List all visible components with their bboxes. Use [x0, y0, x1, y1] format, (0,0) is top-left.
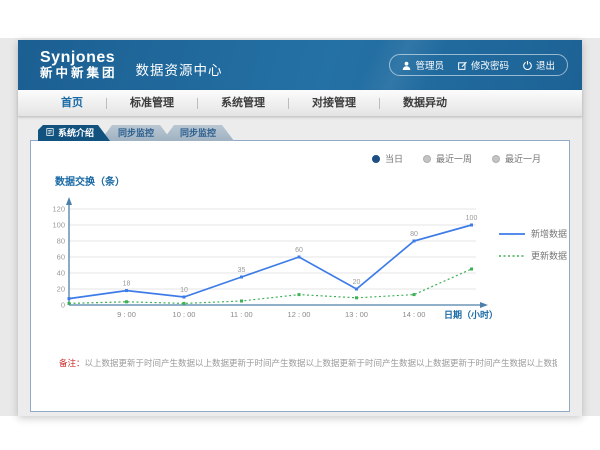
app-window: Synjones 新中新集团 数据资源中心 管理员 修改密码: [18, 40, 582, 416]
svg-text:12 : 00: 12 : 00: [288, 310, 311, 319]
filter-label: 当日: [385, 152, 403, 165]
filter-last-month[interactable]: 最近一月: [492, 152, 541, 165]
footnote-prefix: 备注：: [59, 358, 85, 368]
svg-text:40: 40: [57, 269, 65, 278]
solid-line-swatch: [499, 231, 525, 237]
main-nav: 首页 标准管理 系统管理 对接管理 数据异动: [18, 90, 582, 117]
user-icon: [402, 61, 411, 70]
line-chart: 0 20 40 60 80 100 120 9 : 00 10 : 00 11 : 00 12 : …: [46, 189, 501, 339]
filter-label: 最近一周: [436, 152, 472, 165]
logout-button[interactable]: 退出: [523, 58, 555, 72]
svg-text:60: 60: [295, 247, 303, 254]
logo-text-cn: 新中新集团: [40, 67, 118, 80]
nav-item-home[interactable]: 首页: [38, 90, 106, 117]
dotted-line-swatch: [499, 253, 525, 259]
logo-text-en: Synjones: [40, 50, 118, 67]
radio-unselected-icon: [492, 155, 500, 163]
change-password-label: 修改密码: [471, 58, 509, 72]
logo: Synjones 新中新集团: [40, 50, 118, 80]
tab-sync-monitor-2[interactable]: 同步监控: [162, 125, 234, 141]
svg-text:10: 10: [180, 287, 188, 294]
svg-text:14 : 00: 14 : 00: [403, 310, 426, 319]
svg-text:100: 100: [52, 221, 65, 230]
svg-text:100: 100: [466, 215, 478, 222]
filter-today[interactable]: 当日: [372, 152, 403, 165]
svg-text:13 : 00: 13 : 00: [345, 310, 368, 319]
svg-text:20: 20: [353, 279, 361, 286]
tab-sync-monitor-1[interactable]: 同步监控: [100, 125, 172, 141]
svg-text:11 : 00: 11 : 00: [230, 310, 252, 319]
header: Synjones 新中新集团 数据资源中心 管理员 修改密码: [18, 40, 582, 90]
user-toolbar: 管理员 修改密码 退出: [389, 54, 568, 76]
svg-text:80: 80: [410, 231, 418, 238]
legend-item-new-data: 新增数据: [499, 227, 567, 240]
page-background: Synjones 新中新集团 数据资源中心 管理员 修改密码: [0, 0, 600, 450]
user-label: 管理员: [415, 58, 444, 72]
svg-text:20: 20: [57, 285, 65, 294]
time-range-filters: 当日 最近一周 最近一月: [372, 152, 541, 165]
svg-text:120: 120: [52, 205, 65, 214]
tab-system-intro[interactable]: 系统介绍: [38, 125, 110, 141]
tab-label: 同步监控: [118, 128, 154, 138]
logout-label: 退出: [536, 58, 555, 72]
radio-unselected-icon: [423, 155, 431, 163]
footnote: 备注：以上数据更新于时间产生数据以上数据更新于时间产生数据以上数据更新于时间产生…: [59, 357, 557, 369]
user-menu[interactable]: 管理员: [402, 58, 444, 72]
svg-text:10 : 00: 10 : 00: [173, 310, 196, 319]
chart-legend: 新增数据 更新数据: [499, 227, 567, 262]
svg-text:80: 80: [57, 237, 65, 246]
svg-text:日期（小时）: 日期（小时）: [444, 309, 498, 320]
y-axis-title: 数据交换（条）: [55, 173, 125, 188]
edit-icon: [458, 61, 467, 70]
power-icon: [523, 61, 532, 70]
svg-text:0: 0: [61, 301, 65, 310]
footnote-text: 以上数据更新于时间产生数据以上数据更新于时间产生数据以上数据更新于时间产生数据以…: [85, 358, 557, 368]
nav-item-interface-mgmt[interactable]: 对接管理: [289, 90, 379, 117]
chart-panel: 当日 最近一周 最近一月 数据交换（条） 0 20 40 60 80 100 120 9 : …: [30, 140, 570, 412]
svg-text:9 : 00: 9 : 00: [117, 310, 136, 319]
tab-label: 系统介绍: [58, 125, 94, 141]
filter-label: 最近一月: [505, 152, 541, 165]
nav-item-system-mgmt[interactable]: 系统管理: [198, 90, 288, 117]
content-area: 系统介绍 同步监控 同步监控 当日 最近一周: [18, 117, 582, 412]
nav-item-standard-mgmt[interactable]: 标准管理: [107, 90, 197, 117]
change-password-button[interactable]: 修改密码: [458, 58, 509, 72]
tab-label: 同步监控: [180, 128, 216, 138]
radio-selected-icon: [372, 155, 380, 163]
document-icon: [46, 125, 54, 141]
legend-item-updated-data: 更新数据: [499, 249, 567, 262]
legend-label: 更新数据: [531, 249, 567, 262]
svg-text:60: 60: [57, 253, 65, 262]
legend-label: 新增数据: [531, 227, 567, 240]
nav-item-data-change[interactable]: 数据异动: [380, 90, 470, 117]
page-title: 数据资源中心: [136, 59, 223, 79]
svg-text:35: 35: [238, 267, 246, 274]
tab-bar: 系统介绍 同步监控 同步监控: [30, 125, 570, 141]
filter-last-week[interactable]: 最近一周: [423, 152, 472, 165]
svg-text:18: 18: [123, 281, 131, 288]
